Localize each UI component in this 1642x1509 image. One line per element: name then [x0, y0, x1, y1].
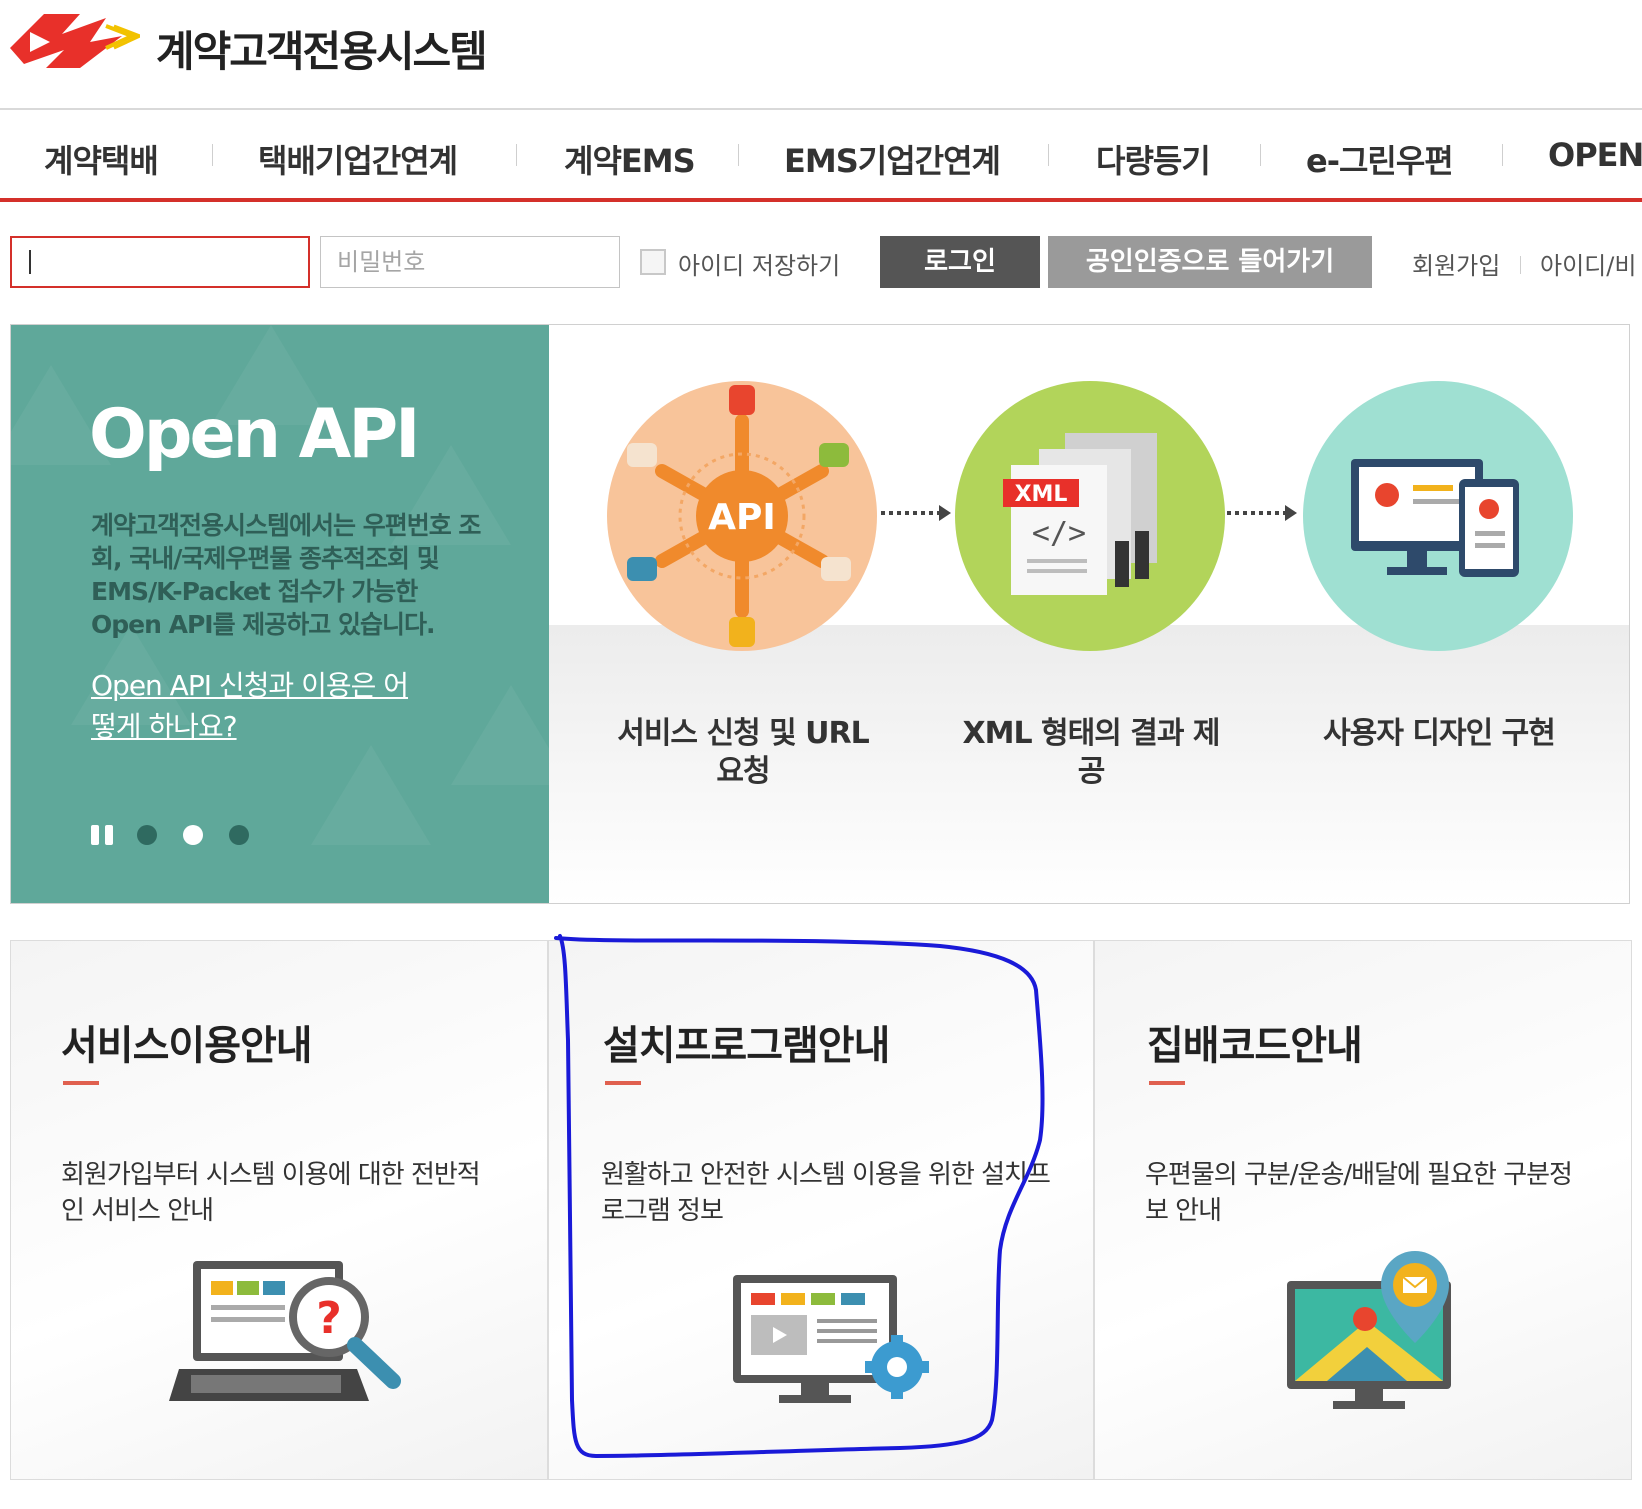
nav-separator: [738, 144, 739, 166]
nav-separator: [1048, 144, 1049, 166]
card-install-program-guide[interactable]: 설치프로그램안내 원활하고 안전한 시스템 이용을 위한 설치프로그램 정보: [548, 940, 1094, 1480]
xml-icon-text: XML: [1015, 482, 1068, 507]
svg-text:?: ?: [316, 1293, 342, 1344]
card-title: 서비스이용안내: [61, 1023, 313, 1069]
remember-id-label[interactable]: 아이디 저장하기: [678, 246, 840, 281]
card-description: 원활하고 안전한 시스템 이용을 위한 설치프로그램 정보: [601, 1160, 1051, 1226]
header: 계약고객전용시스템: [0, 0, 1642, 108]
monitor-gear-icon: [733, 1275, 929, 1403]
banner-title: Open API: [89, 395, 420, 474]
nav-item-parcel-b2b[interactable]: 택배기업간연계: [258, 136, 458, 182]
laptop-magnifier-icon: ?: [169, 1261, 401, 1401]
xml-document-icon: XML </>: [955, 381, 1225, 651]
arrow-right-icon: [881, 505, 951, 521]
card-accent-bar: [605, 1081, 641, 1085]
arrow-right-icon: [1227, 505, 1297, 521]
card-accent-bar: [1149, 1081, 1185, 1085]
card-description: 우편물의 구분/운송/배달에 필요한 구분정보 안내: [1145, 1160, 1573, 1226]
card-accent-bar: [63, 1081, 99, 1085]
nav-item-bulk-registered[interactable]: 다량등기: [1096, 136, 1211, 182]
slide-dot-2[interactable]: [183, 825, 203, 845]
slide-dot-1[interactable]: [137, 825, 157, 845]
card-description: 회원가입부터 시스템 이용에 대한 전반적인 서비스 안내: [61, 1160, 481, 1226]
api-plug-icon: API: [607, 381, 877, 651]
site-title[interactable]: 계약고객전용시스템: [156, 18, 488, 79]
open-api-guide-link[interactable]: Open API 신청과 이용은 어떻게 하나요?: [91, 665, 411, 747]
svg-text:</>: </>: [1032, 516, 1086, 551]
nav-item-open[interactable]: OPEN: [1548, 136, 1642, 174]
card-delivery-code-guide[interactable]: 집배코드안내 우편물의 구분/운송/배달에 필요한 구분정보 안내: [1094, 940, 1632, 1480]
api-icon-text: API: [708, 497, 776, 538]
monitor-tablet-icon: [1303, 381, 1573, 651]
nav-item-e-green-post[interactable]: e-그린우편: [1306, 136, 1454, 182]
main-nav: 계약택배 택배기업간연계 계약EMS EMS기업간연계 다량등기 e-그린우편 …: [0, 108, 1642, 202]
nav-item-contract-parcel[interactable]: 계약택배: [44, 136, 159, 182]
decorative-triangle: [451, 685, 549, 785]
slide-dot-3[interactable]: [229, 825, 249, 845]
remember-id-checkbox[interactable]: [640, 249, 666, 275]
id-input[interactable]: [10, 236, 310, 288]
banner-text-panel: Open API 계약고객전용시스템에서는 우편번호 조회, 국내/국제우편물 …: [11, 325, 549, 903]
banner-description: 계약고객전용시스템에서는 우편번호 조회, 국내/국제우편물 종추적조회 및 E…: [91, 511, 481, 639]
find-id-link[interactable]: 아이디/비: [1540, 246, 1636, 281]
nav-separator: [516, 144, 517, 166]
open-api-banner: Open API 계약고객전용시스템에서는 우편번호 조회, 국내/국제우편물 …: [10, 324, 1630, 904]
decorative-triangle: [311, 745, 431, 845]
logo-icon[interactable]: [10, 8, 140, 74]
monitor-map-pin-icon: [1287, 1251, 1451, 1409]
step-label-user-design: 사용자 디자인 구현: [1323, 716, 1556, 751]
nav-separator: [1260, 144, 1261, 166]
login-button[interactable]: 로그인: [880, 236, 1040, 288]
join-link[interactable]: 회원가입: [1412, 246, 1500, 281]
pause-icon[interactable]: [91, 825, 117, 847]
step-label-xml-result: XML 형태의 결과 제공: [962, 716, 1220, 789]
nav-separator: [212, 144, 213, 166]
card-service-guide[interactable]: 서비스이용안내 회원가입부터 시스템 이용에 대한 전반적인 서비스 안내 ?: [10, 940, 548, 1480]
link-separator: [1520, 256, 1521, 274]
nav-item-contract-ems[interactable]: 계약EMS: [564, 136, 696, 182]
text-caret: [29, 250, 31, 274]
login-form: 아이디 저장하기 로그인 공인인증으로 들어가기 회원가입 아이디/비: [0, 236, 1642, 290]
card-title: 집배코드안내: [1147, 1023, 1363, 1069]
card-title: 설치프로그램안내: [603, 1023, 890, 1069]
certificate-login-button[interactable]: 공인인증으로 들어가기: [1048, 236, 1372, 288]
nav-item-ems-b2b[interactable]: EMS기업간연계: [784, 136, 1001, 182]
password-input[interactable]: [320, 236, 620, 288]
step-label-service-request: 서비스 신청 및 URL 요청: [617, 716, 870, 789]
nav-separator: [1502, 144, 1503, 166]
